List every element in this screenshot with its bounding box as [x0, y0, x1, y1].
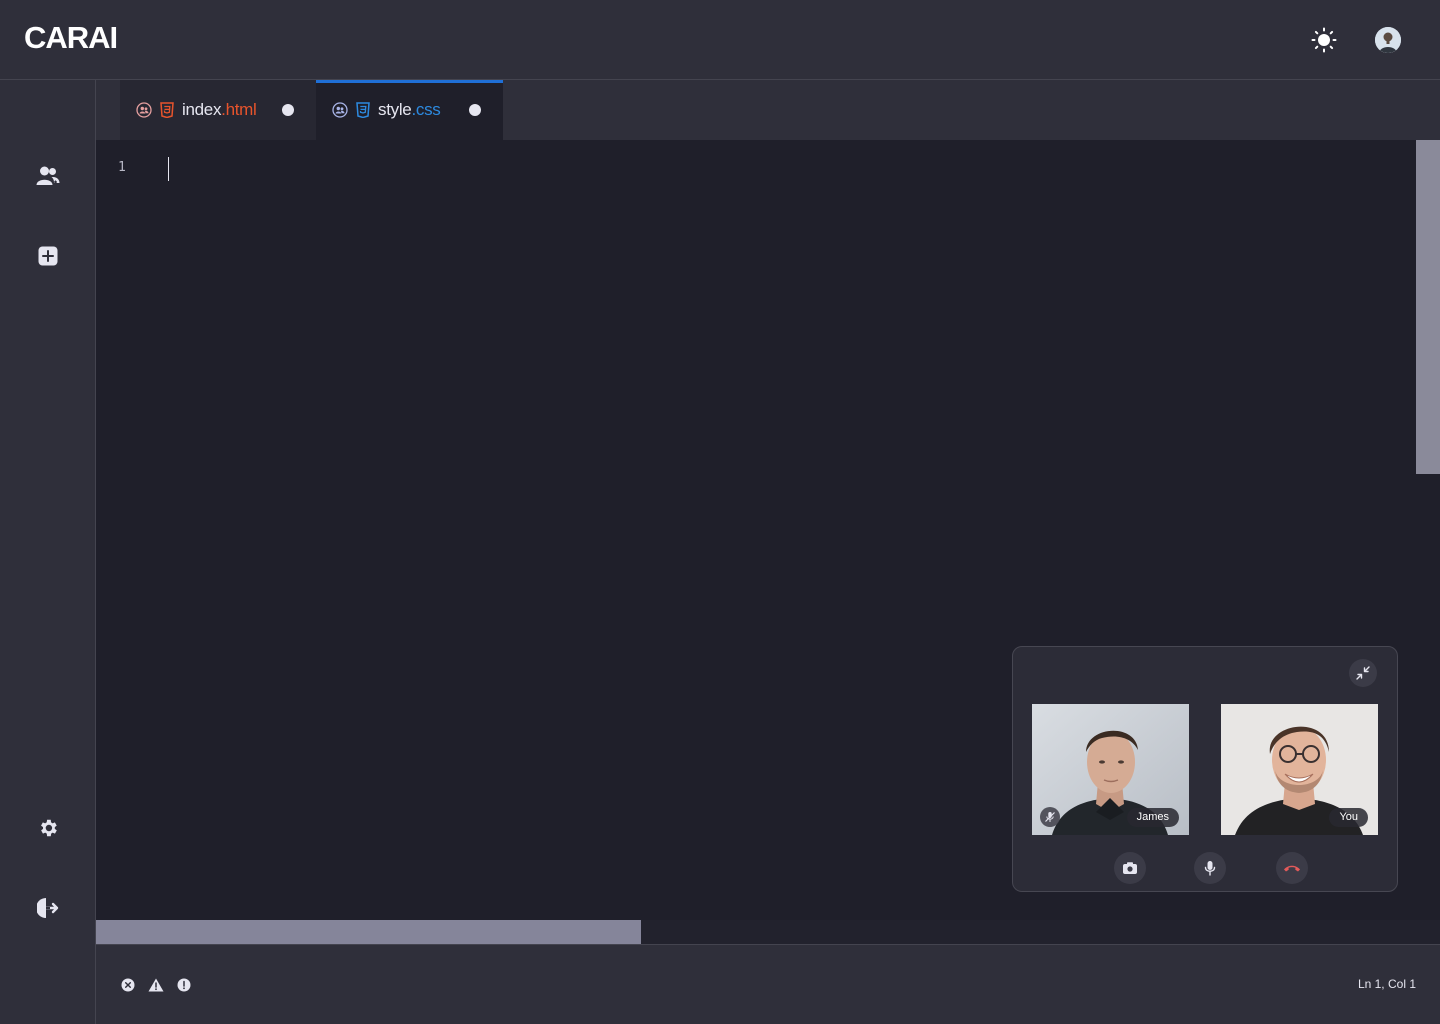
css-icon [356, 102, 370, 118]
tab-label-base: index [182, 100, 222, 119]
errors-indicator[interactable] [120, 977, 136, 993]
text-cursor [168, 157, 169, 181]
editor-tab-bar: index.html style.css [96, 80, 1440, 140]
app-logo[interactable]: CARAI [24, 20, 118, 56]
line-number: 1 [118, 160, 126, 175]
logout-icon [37, 898, 59, 918]
cursor-position[interactable]: Ln 1, Col 1 [1358, 977, 1416, 991]
warning-icon [148, 978, 164, 992]
participant-video-james[interactable]: James [1032, 704, 1189, 835]
participant-name: James [1126, 808, 1179, 827]
theme-toggle-button[interactable] [1308, 24, 1340, 56]
sidebar-item-new-file[interactable] [32, 240, 64, 272]
sidebar-item-settings[interactable] [32, 812, 64, 844]
sidebar-item-collaborators[interactable] [32, 160, 64, 192]
toggle-microphone-button[interactable] [1194, 852, 1226, 884]
horizontal-scrollbar-thumb[interactable] [96, 920, 641, 944]
mic-off-icon [1045, 812, 1055, 822]
tab-style-css[interactable]: style.css [316, 80, 503, 140]
hang-up-button[interactable] [1276, 852, 1308, 884]
tab-index-html[interactable]: index.html [120, 80, 316, 140]
collaborators-icon [332, 102, 348, 118]
error-icon [121, 978, 135, 992]
info-icon [177, 978, 191, 992]
muted-indicator [1040, 807, 1060, 827]
add-square-icon [38, 246, 58, 266]
tab-label: index.html [182, 100, 257, 120]
top-header: CARAI [0, 0, 1440, 80]
hang-up-icon [1284, 865, 1300, 872]
vertical-scrollbar-thumb[interactable] [1416, 140, 1440, 474]
participant-video-self[interactable]: You [1221, 704, 1378, 835]
tab-label-ext: .html [221, 100, 257, 119]
sun-icon [1311, 27, 1337, 53]
user-avatar[interactable] [1375, 27, 1401, 53]
unsaved-indicator[interactable] [469, 104, 481, 116]
minimize-arrows-icon [1356, 666, 1370, 680]
camera-icon [1123, 862, 1137, 874]
toggle-camera-button[interactable] [1114, 852, 1146, 884]
tab-label-base: style [378, 100, 412, 119]
video-call-panel: James You [1012, 646, 1398, 892]
warnings-indicator[interactable] [148, 977, 164, 993]
users-icon [36, 166, 60, 185]
gear-icon [41, 819, 57, 837]
collapse-call-button[interactable] [1349, 659, 1377, 687]
unsaved-indicator[interactable] [282, 104, 294, 116]
microphone-icon [1204, 861, 1216, 876]
sidebar [0, 80, 96, 1024]
avatar-icon [1375, 27, 1401, 53]
status-bar: Ln 1, Col 1 [96, 944, 1440, 1024]
sidebar-item-logout[interactable] [32, 892, 64, 924]
html-icon [160, 102, 174, 118]
tab-label: style.css [378, 100, 441, 120]
collaborators-icon [136, 102, 152, 118]
info-indicator[interactable] [176, 977, 192, 993]
participant-name: You [1329, 808, 1368, 827]
tab-label-ext: .css [411, 100, 441, 119]
